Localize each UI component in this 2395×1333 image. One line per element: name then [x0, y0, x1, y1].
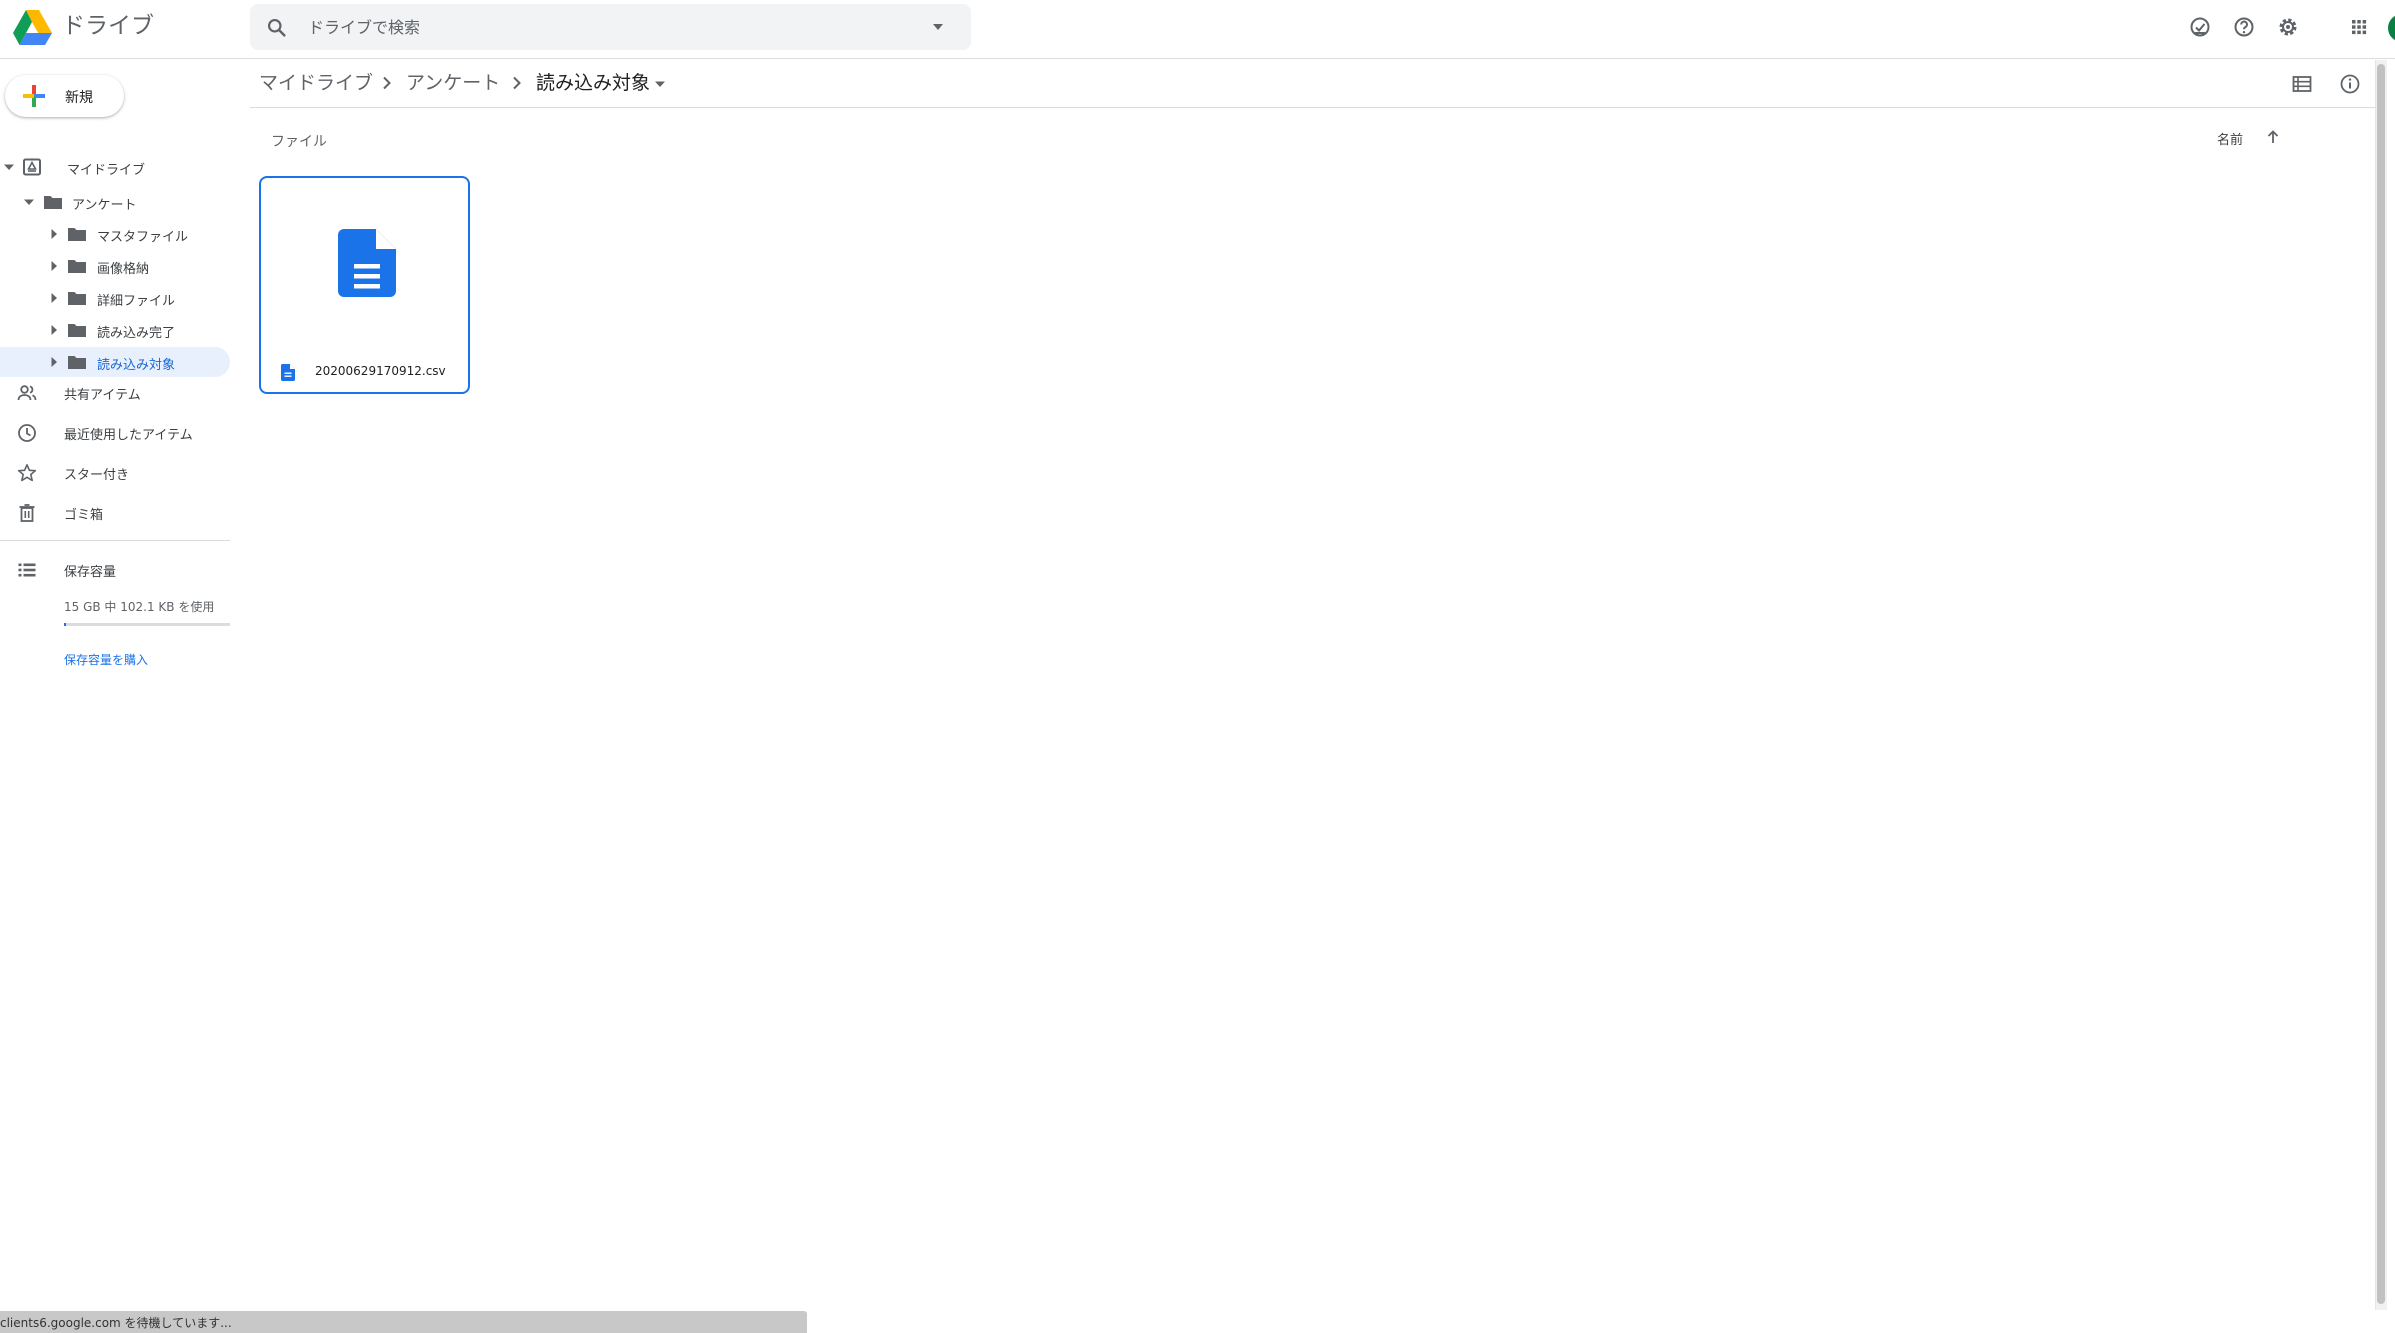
trash-icon: [19, 504, 35, 522]
sidebar-folder-load-target[interactable]: 読み込み対象: [0, 347, 230, 377]
caret-down-icon[interactable]: [24, 197, 34, 207]
sidebar-item-storage[interactable]: 保存容量: [0, 551, 230, 587]
breadcrumb-survey[interactable]: アンケート: [406, 70, 500, 96]
sidebar-item-label: 最近使用したアイテム: [64, 428, 193, 443]
sidebar-folder-master-files[interactable]: マスタファイル: [0, 219, 230, 249]
sidebar-divider: [0, 540, 230, 541]
browser-status-bar: clients6.google.com を待機しています...: [0, 1311, 807, 1333]
storage-progress-fill: [64, 623, 66, 626]
search-options-icon[interactable]: [931, 21, 945, 33]
sidebar-item-label: 画像格納: [97, 262, 150, 277]
sidebar-folder-survey[interactable]: アンケート: [0, 187, 230, 217]
my-drive-icon: [23, 158, 41, 176]
sidebar-item-label: 読み込み完了: [97, 326, 176, 341]
file-card[interactable]: 20200629170912.csv: [259, 176, 470, 394]
plus-icon: [23, 85, 45, 107]
storage-usage-text: 15 GB 中 102.1 KB を使用: [64, 600, 215, 614]
sidebar-item-label: 共有アイテム: [64, 388, 141, 403]
search-box[interactable]: [250, 4, 971, 50]
star-icon: [17, 463, 37, 482]
sidebar-folder-detail-files[interactable]: 詳細ファイル: [0, 283, 230, 313]
account-avatar[interactable]: [2388, 14, 2395, 42]
status-text: clients6.google.com を待機しています...: [0, 1316, 232, 1330]
folder-icon: [68, 324, 86, 337]
caret-down-icon[interactable]: [654, 80, 666, 88]
document-icon: [338, 229, 396, 297]
search-icon[interactable]: [266, 17, 287, 38]
document-icon: [281, 364, 295, 381]
new-button-label: 新規: [65, 90, 93, 106]
sidebar-item-label: ゴミ箱: [64, 508, 104, 523]
breadcrumb-my-drive[interactable]: マイドライブ: [259, 70, 373, 96]
help-icon[interactable]: [2230, 13, 2258, 41]
gear-icon[interactable]: [2274, 13, 2302, 41]
caret-right-icon[interactable]: [49, 357, 59, 367]
clock-icon: [18, 424, 36, 442]
caret-right-icon[interactable]: [49, 261, 59, 271]
breadcrumb-toolbar: マイドライブ アンケート 読み込み対象: [250, 60, 2375, 108]
sidebar-item-label: 保存容量: [64, 565, 117, 580]
sidebar-item-label: スター付き: [64, 468, 130, 483]
sidebar-item-starred[interactable]: スター付き: [0, 454, 230, 490]
folder-icon: [68, 228, 86, 241]
sidebar-item-recent[interactable]: 最近使用したアイテム: [0, 414, 230, 450]
arrow-up-icon[interactable]: [2264, 128, 2282, 146]
file-name: 20200629170912.csv: [315, 364, 446, 378]
app-name[interactable]: ドライブ: [62, 11, 154, 41]
sidebar-item-my-drive[interactable]: マイドライブ: [0, 152, 230, 182]
apps-grid-icon[interactable]: [2345, 13, 2373, 41]
search-input[interactable]: [306, 4, 866, 50]
scrollbar-thumb[interactable]: [2377, 64, 2385, 1304]
storage-progress-bar: [64, 623, 230, 626]
sidebar-item-label: マイドライブ: [67, 163, 146, 178]
drive-logo-icon[interactable]: [13, 10, 52, 45]
folder-icon: [68, 356, 86, 369]
caret-right-icon[interactable]: [49, 229, 59, 239]
people-icon: [17, 385, 37, 401]
top-header: ドライブ: [0, 0, 2395, 59]
folder-icon: [44, 196, 62, 209]
new-button[interactable]: 新規: [5, 75, 124, 117]
files-section-label: ファイル: [271, 134, 327, 150]
offline-ready-icon[interactable]: [2186, 13, 2214, 41]
folder-icon: [68, 292, 86, 305]
sidebar-item-label: マスタファイル: [97, 230, 189, 245]
sidebar: 新規 マイドライブ アンケート マスタファイル 画像格納 詳細ファイル 読み込み…: [0, 60, 232, 1310]
chevron-right-icon: [513, 76, 521, 90]
chevron-right-icon: [383, 76, 391, 90]
list-view-icon[interactable]: [2290, 72, 2314, 96]
sidebar-item-label: 詳細ファイル: [97, 294, 176, 309]
main-content: マイドライブ アンケート 読み込み対象 ファイル 名前 202006291709…: [250, 60, 2375, 1310]
buy-storage-link[interactable]: 保存容量を購入: [64, 651, 148, 668]
sidebar-item-shared[interactable]: 共有アイテム: [0, 374, 230, 410]
caret-right-icon[interactable]: [49, 325, 59, 335]
folder-icon: [68, 260, 86, 273]
sidebar-folder-load-complete[interactable]: 読み込み完了: [0, 315, 230, 345]
sort-by-name-button[interactable]: 名前: [2217, 129, 2243, 148]
info-icon[interactable]: [2338, 72, 2362, 96]
caret-down-icon[interactable]: [4, 162, 14, 172]
sidebar-item-label: 読み込み対象: [97, 358, 176, 373]
storage-icon: [18, 563, 36, 577]
breadcrumb-current-folder[interactable]: 読み込み対象: [536, 70, 650, 96]
caret-right-icon[interactable]: [49, 293, 59, 303]
sidebar-item-trash[interactable]: ゴミ箱: [0, 494, 230, 530]
sidebar-folder-image-storage[interactable]: 画像格納: [0, 251, 230, 281]
sidebar-item-label: アンケート: [72, 198, 137, 213]
